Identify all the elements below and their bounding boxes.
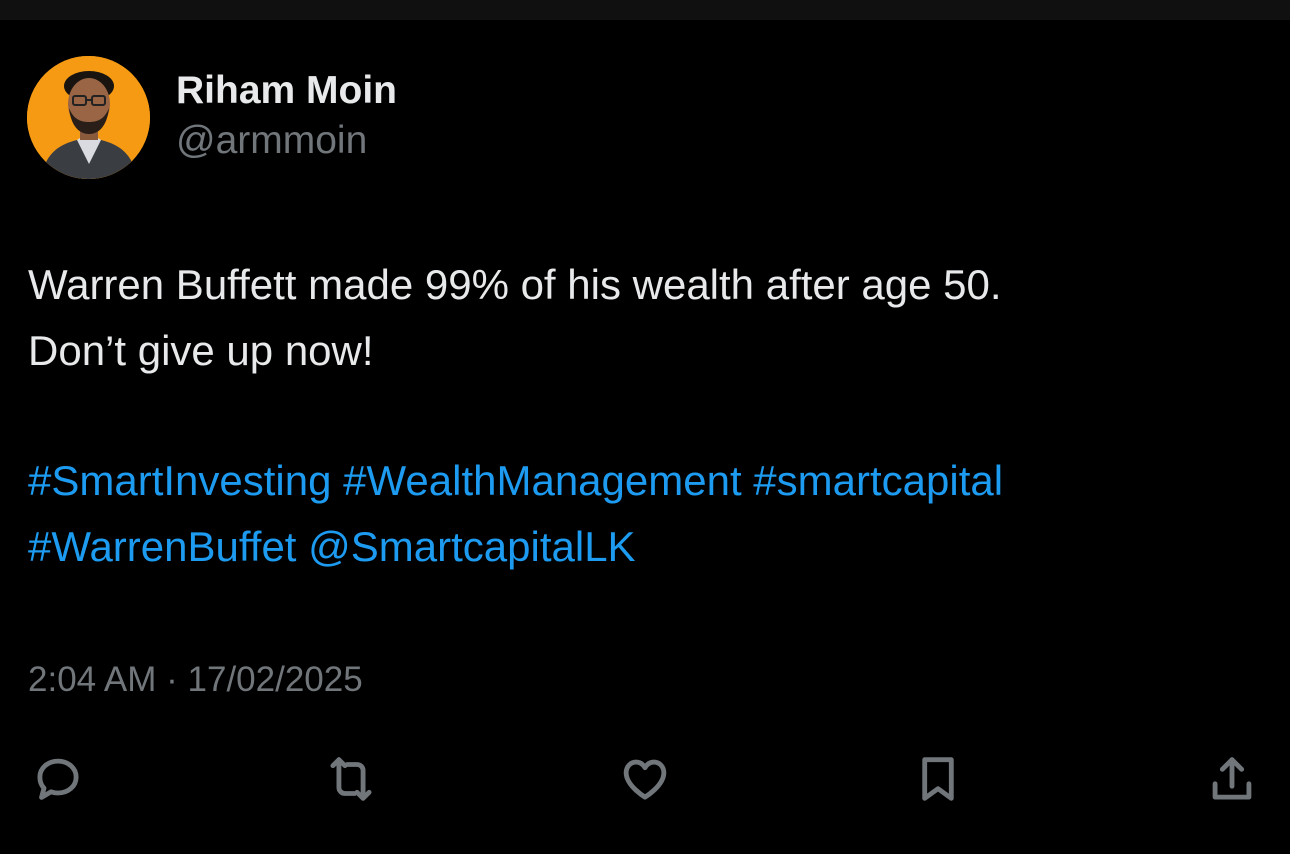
author-info: Riham Moin @armmoin [176, 68, 397, 164]
top-status-strip [0, 0, 1290, 20]
tweet-text-line: Don’t give up now! [28, 327, 374, 374]
retweet-icon [330, 757, 372, 801]
mention-link[interactable]: @SmartcapitalLK [308, 523, 635, 570]
bookmark-button[interactable] [903, 744, 973, 814]
tweet-text-line: Warren Buffett made 99% of his wealth af… [28, 261, 1002, 308]
tweet-text: Warren Buffett made 99% of his wealth af… [28, 252, 1268, 384]
tweet-links: #SmartInvesting #WealthManagement #smart… [28, 448, 1268, 580]
reply-button[interactable] [23, 744, 93, 814]
tweet-timestamp[interactable]: 2:04 AM · 17/02/2025 [28, 658, 363, 702]
hashtag-link[interactable]: #WarrenBuffet [28, 523, 296, 570]
share-button[interactable] [1197, 744, 1267, 814]
reply-icon [37, 758, 79, 800]
like-icon [623, 759, 667, 800]
author-display-name[interactable]: Riham Moin [176, 68, 397, 114]
avatar[interactable] [27, 56, 150, 179]
hashtag-link[interactable]: #SmartInvesting [28, 457, 331, 504]
bookmark-icon [922, 757, 954, 801]
avatar-image [27, 56, 150, 179]
action-bar [0, 744, 1290, 814]
hashtag-link[interactable]: #smartcapital [753, 457, 1003, 504]
retweet-button[interactable] [316, 744, 386, 814]
like-button[interactable] [610, 744, 680, 814]
author-handle[interactable]: @armmoin [176, 118, 397, 164]
hashtag-link[interactable]: #WealthManagement [343, 457, 741, 504]
share-icon [1212, 757, 1252, 800]
